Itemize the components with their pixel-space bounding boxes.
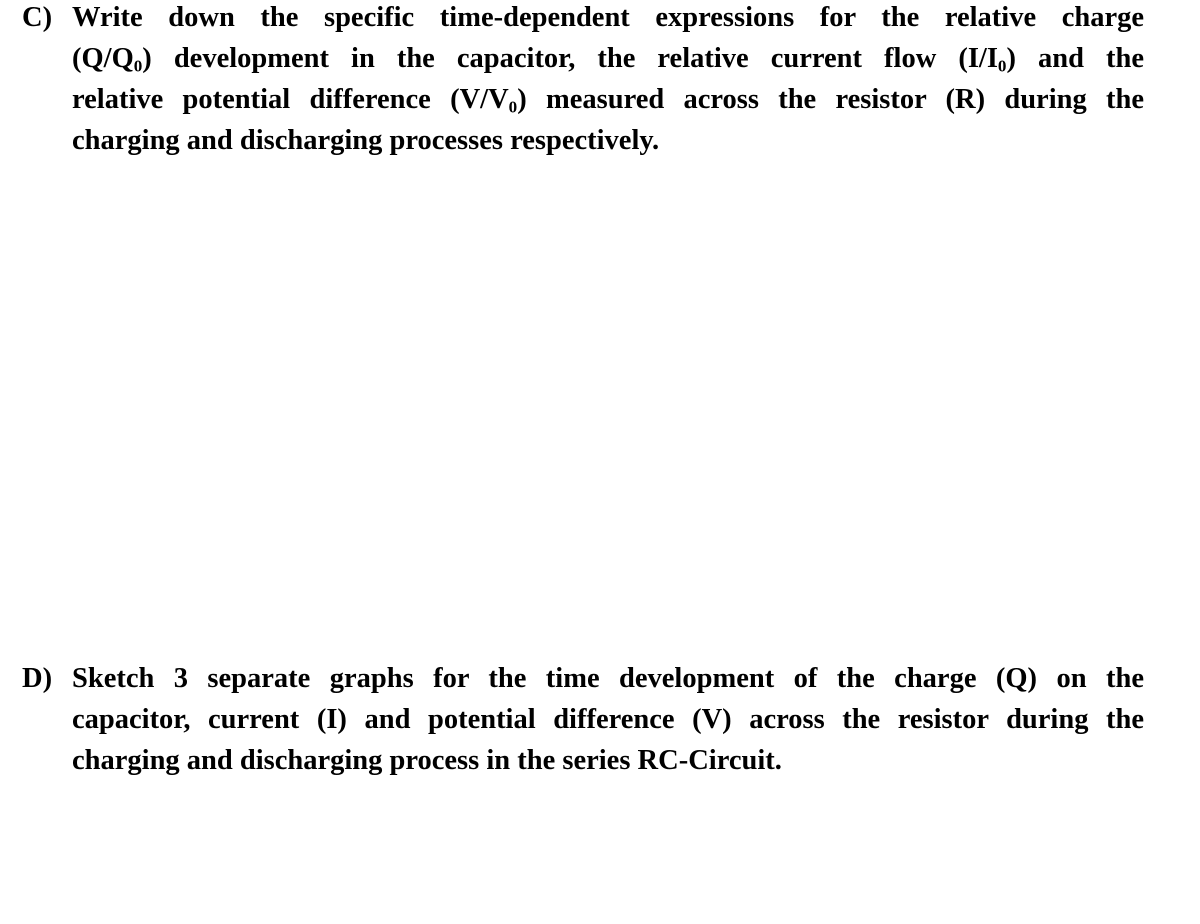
question-d: D) Sketch 3 separate graphs for the time… [22, 658, 1144, 781]
text-segment: charging and discharging processes respe… [72, 125, 660, 156]
text-segment: ) and the [1006, 43, 1144, 74]
text-line: relative potential difference (V/V0) mea… [72, 79, 1144, 120]
text-segment: charging and discharging process in the … [72, 745, 782, 776]
subscript: 0 [133, 56, 143, 76]
text-line: capacitor, current (I) and potential dif… [72, 699, 1144, 740]
text-segment: ) development in the capacitor, the rela… [142, 43, 998, 74]
subscript: 0 [508, 97, 518, 117]
text-segment: capacitor, current (I) and potential dif… [72, 704, 1144, 735]
question-c: C) Write down the specific time-dependen… [22, 0, 1144, 161]
question-text: Sketch 3 separate graphs for the time de… [22, 658, 1144, 781]
text-segment: (Q/Q [72, 43, 134, 74]
question-label: C) [22, 2, 53, 33]
question-label: D) [22, 663, 53, 694]
text-line: Sketch 3 separate graphs for the time de… [72, 658, 1144, 699]
text-line: charging and discharging process in the … [72, 740, 1144, 781]
text-line: (Q/Q0) development in the capacitor, the… [72, 38, 1144, 79]
text-segment: ) measured across the resistor (R) durin… [517, 84, 1144, 115]
text-line: Write down the specific time-dependent e… [72, 0, 1144, 38]
text-segment: Write down the specific time-dependent e… [72, 2, 1144, 33]
text-segment: relative potential difference (V/V [72, 84, 509, 115]
text-line: charging and discharging processes respe… [72, 120, 1144, 161]
text-segment: Sketch 3 separate graphs for the time de… [72, 663, 1144, 694]
question-text: Write down the specific time-dependent e… [22, 0, 1144, 161]
